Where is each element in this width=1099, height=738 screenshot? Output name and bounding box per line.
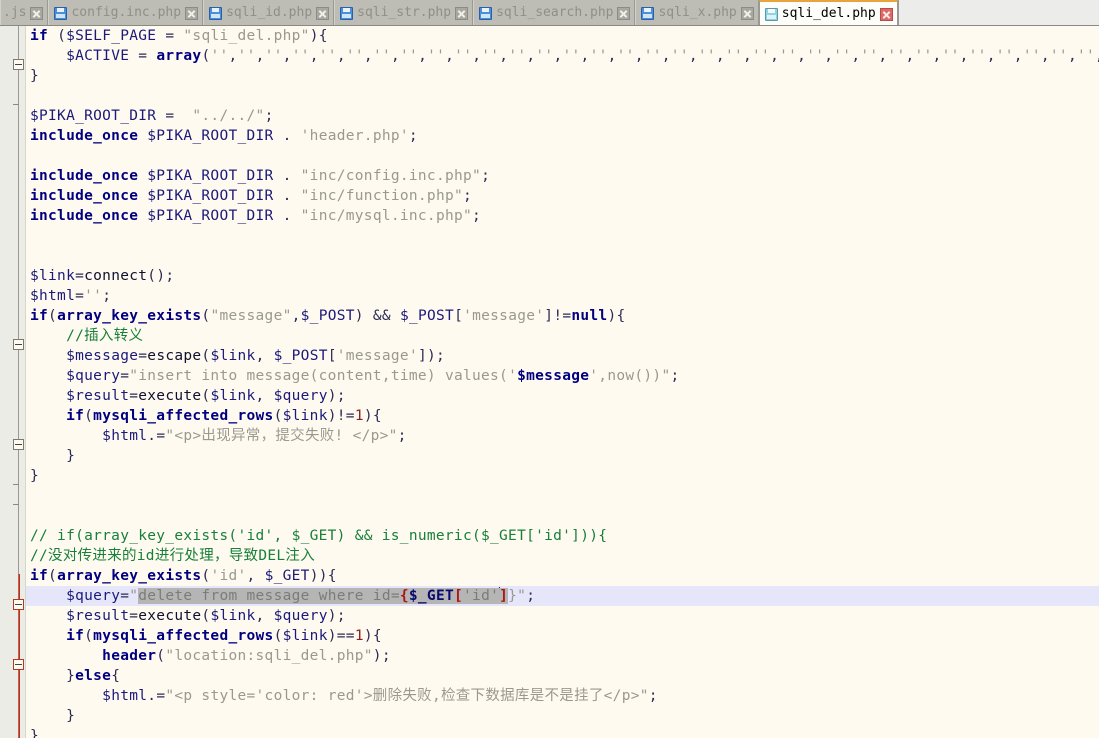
code-line[interactable]: include_once $PIKA_ROOT_DIR . "inc/confi… <box>26 166 1099 186</box>
tab-sqli-del-php[interactable]: sqli_del.php <box>758 0 898 25</box>
code-line[interactable] <box>26 226 1099 246</box>
code-line[interactable]: //插入转义 <box>26 326 1099 346</box>
close-icon[interactable] <box>455 6 469 20</box>
code-line[interactable] <box>26 246 1099 266</box>
fold-end-line-22 <box>13 484 19 485</box>
fold-toggle-line-20[interactable] <box>13 439 24 450</box>
file-disk-icon <box>479 6 493 20</box>
code-line[interactable]: $result=execute($link, $query); <box>26 386 1099 406</box>
code-line[interactable]: if(array_key_exists('id', $_GET)){ <box>26 566 1099 586</box>
code-line[interactable]: if ($SELF_PAGE = "sqli_del.php"){ <box>26 26 1099 46</box>
code-line[interactable]: }else{ <box>26 666 1099 686</box>
code-line[interactable]: // if(array_key_exists('id', $_GET) && i… <box>26 526 1099 546</box>
fold-toggle-line-1[interactable] <box>13 59 24 70</box>
code-line[interactable] <box>26 86 1099 106</box>
tab-sqli-str-php[interactable]: sqli_str.php <box>334 0 474 25</box>
code-line[interactable]: $html=''; <box>26 286 1099 306</box>
tab-label: .js <box>3 5 27 20</box>
file-disk-icon <box>764 7 778 21</box>
code-line[interactable]: if(mysqli_affected_rows($link)==1){ <box>26 626 1099 646</box>
file-disk-icon <box>209 6 223 20</box>
fold-spine <box>18 26 19 576</box>
tab-label: sqli_search.php <box>496 5 614 20</box>
code-editor[interactable]: if ($SELF_PAGE = "sqli_del.php"){ $ACTIV… <box>0 26 1099 738</box>
file-disk-icon <box>641 6 655 20</box>
code-line[interactable]: header("location:sqli_del.php"); <box>26 646 1099 666</box>
fold-end-line-23 <box>13 504 19 505</box>
code-line[interactable]: $query="insert into message(content,time… <box>26 366 1099 386</box>
fold-toggle-line-28[interactable] <box>13 599 24 610</box>
code-line[interactable]: if(mysqli_affected_rows($link)!=1){ <box>26 406 1099 426</box>
fold-toggle-line-15[interactable] <box>13 339 24 350</box>
file-disk-icon <box>340 6 354 20</box>
code-line[interactable]: $html.="<p>出现异常，提交失败! </p>"; <box>26 426 1099 446</box>
close-icon[interactable] <box>30 6 44 20</box>
code-line[interactable]: if(array_key_exists("message",$_POST) &&… <box>26 306 1099 326</box>
close-icon[interactable] <box>185 6 199 20</box>
code-line[interactable]: $ACTIVE = array('','','','','','','','',… <box>26 46 1099 66</box>
code-line[interactable]: $html.="<p style='color: red'>删除失败,检查下数据… <box>26 686 1099 706</box>
code-line[interactable]: } <box>26 446 1099 466</box>
code-line[interactable] <box>26 486 1099 506</box>
close-icon[interactable] <box>316 6 330 20</box>
editor-tab-bar[interactable]: .js config.inc.php sqli_id.php sqli_str.php… <box>0 0 1099 26</box>
tab-label: config.inc.php <box>71 5 182 20</box>
tab-label: sqli_x.php <box>658 5 737 20</box>
code-line[interactable]: } <box>26 706 1099 726</box>
tab-sqli-id-php[interactable]: sqli_id.php <box>203 0 335 25</box>
file-disk-icon <box>54 6 68 20</box>
selected-text[interactable]: delete from message where id={$_GET['id' <box>138 588 500 604</box>
close-icon[interactable] <box>617 6 631 20</box>
code-line[interactable]: include_once $PIKA_ROOT_DIR . "inc/mysql… <box>26 206 1099 226</box>
code-line[interactable]: $result=execute($link, $query); <box>26 606 1099 626</box>
code-line[interactable]: //没对传进来的id进行处理，导致DEL注入 <box>26 546 1099 566</box>
tab-config-inc-php[interactable]: config.inc.php <box>48 0 204 25</box>
tab--js[interactable]: .js <box>0 0 49 25</box>
code-surface[interactable]: if ($SELF_PAGE = "sqli_del.php"){ $ACTIV… <box>26 26 1099 738</box>
code-line-current[interactable]: $query="delete from message where id={$_… <box>26 586 1099 606</box>
code-line[interactable]: $link=connect(); <box>26 266 1099 286</box>
tab-label: sqli_id.php <box>226 5 313 20</box>
code-line[interactable]: include_once $PIKA_ROOT_DIR . "inc/funct… <box>26 186 1099 206</box>
code-line[interactable]: $message=escape($link, $_POST['message']… <box>26 346 1099 366</box>
tab-sqli-x-php[interactable]: sqli_x.php <box>635 0 759 25</box>
tab-sqli-search-php[interactable]: sqli_search.php <box>473 0 636 25</box>
close-icon[interactable] <box>740 6 754 20</box>
tab-bar-empty-area <box>897 0 1099 25</box>
code-line[interactable]: } <box>26 66 1099 86</box>
code-line[interactable]: } <box>26 466 1099 486</box>
tab-label: sqli_del.php <box>781 6 876 21</box>
code-line[interactable] <box>26 146 1099 166</box>
tab-label: sqli_str.php <box>357 5 452 20</box>
code-line[interactable]: $PIKA_ROOT_DIR = "../../"; <box>26 106 1099 126</box>
close-icon[interactable] <box>879 7 893 21</box>
code-line[interactable]: include_once $PIKA_ROOT_DIR . 'header.ph… <box>26 126 1099 146</box>
fold-gutter[interactable] <box>0 26 26 738</box>
code-line[interactable] <box>26 506 1099 526</box>
code-line[interactable]: } <box>26 726 1099 738</box>
fold-end-line-3 <box>13 104 19 105</box>
fold-toggle-line-31[interactable] <box>13 659 24 670</box>
